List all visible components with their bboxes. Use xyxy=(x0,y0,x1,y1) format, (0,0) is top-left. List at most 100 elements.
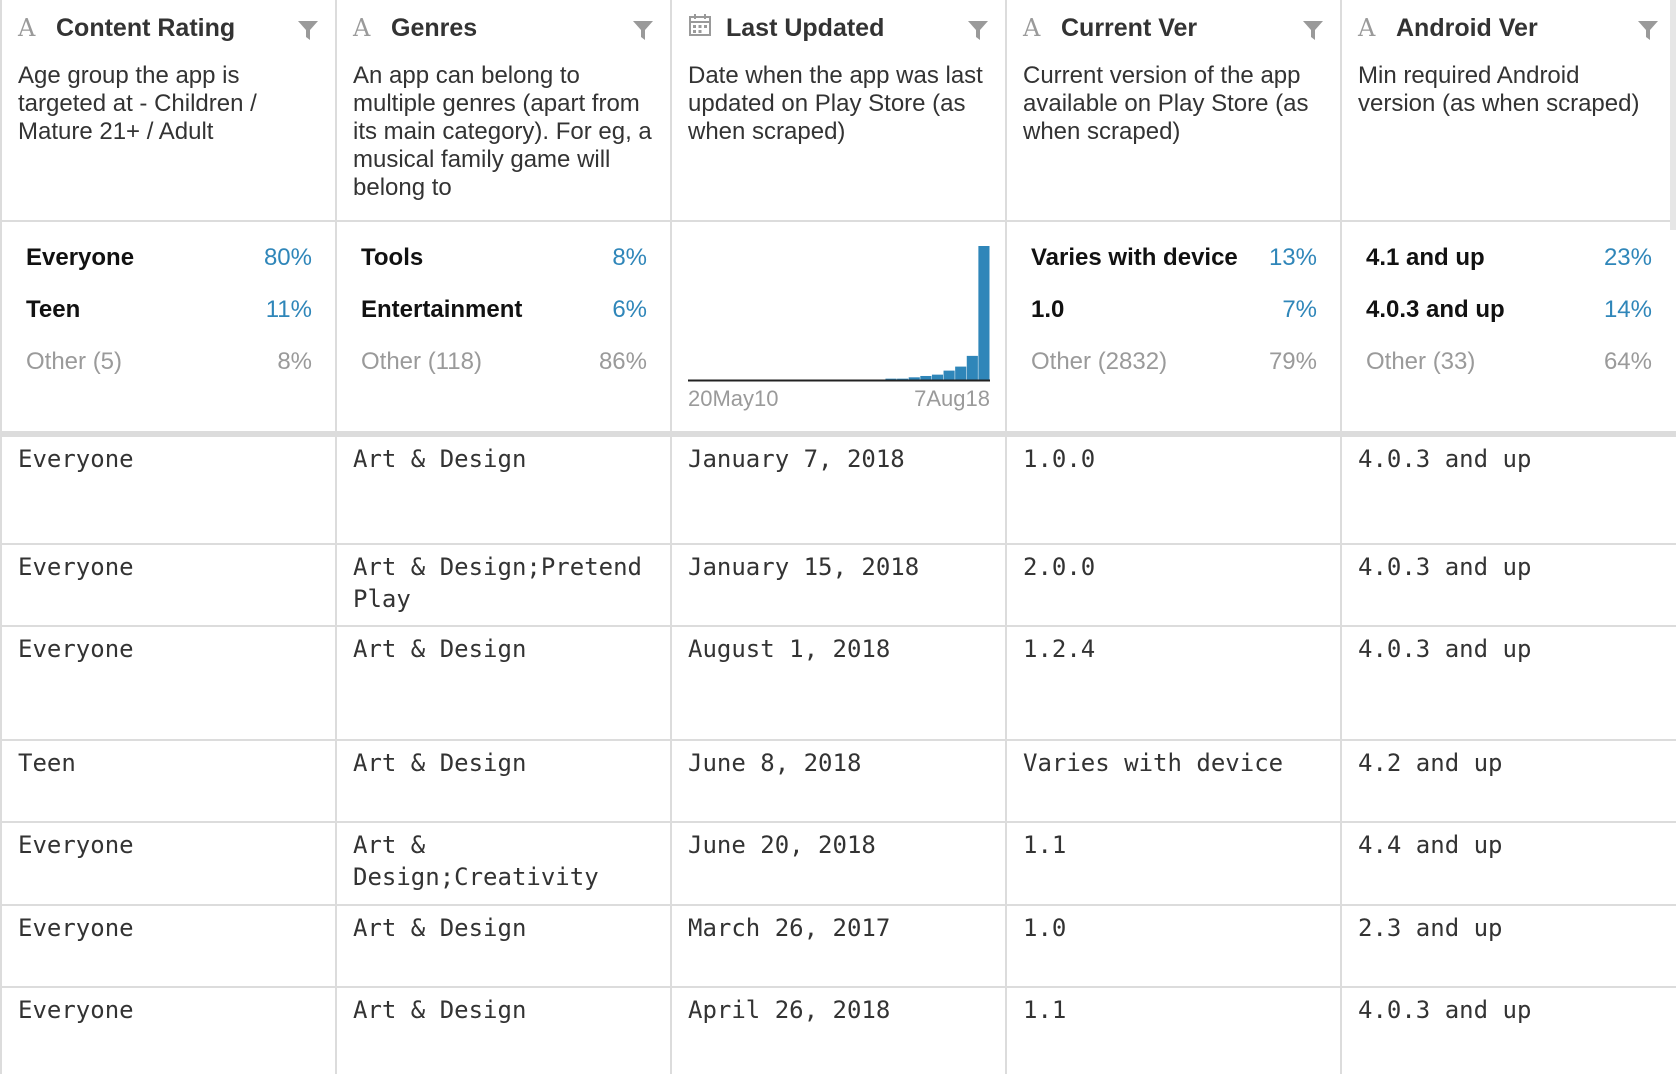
filter-icon[interactable] xyxy=(966,18,990,42)
table-cell-android-ver[interactable]: 4.0.3 and up xyxy=(1358,551,1658,583)
column-header[interactable]: Last Updated Date when the app was last u… xyxy=(672,0,1006,222)
table-cell-android-ver[interactable]: 4.0.3 and up xyxy=(1358,994,1658,1026)
table-cell-genres[interactable]: Art & Design xyxy=(353,747,653,779)
column-title: Android Ver xyxy=(1396,13,1538,42)
filter-icon[interactable] xyxy=(1301,18,1325,42)
summary-value-row: Teen 11% xyxy=(26,290,312,330)
summary-value-row: 4.1 and up 23% xyxy=(1366,238,1652,278)
column-title: Genres xyxy=(391,13,478,42)
text-type-icon: A xyxy=(1023,14,1041,42)
table-cell-current-ver[interactable]: 1.2.4 xyxy=(1023,633,1323,665)
table-cell-content-rating[interactable]: Everyone xyxy=(18,994,318,1026)
table-cell-content-rating[interactable]: Everyone xyxy=(18,443,318,475)
column-header[interactable]: A Content Rating Age group the app is targ… xyxy=(2,0,336,222)
table-cell-genres[interactable]: Art & Design xyxy=(353,633,653,665)
histogram-bar[interactable] xyxy=(931,374,944,380)
table-cell-android-ver[interactable]: 4.0.3 and up xyxy=(1358,443,1658,475)
table-cell-last-updated[interactable]: March 26, 2017 xyxy=(688,912,988,944)
column-title: Last Updated xyxy=(726,13,885,42)
summary-percent: 8% xyxy=(277,348,312,375)
summary-label: 4.1 and up xyxy=(1366,244,1485,271)
summary-percent: 11% xyxy=(265,296,312,323)
table-cell-last-updated[interactable]: June 8, 2018 xyxy=(688,747,988,779)
table-cell-android-ver[interactable]: 4.4 and up xyxy=(1358,829,1658,861)
row-divider xyxy=(0,986,1676,988)
column-title-row: A Current Ver xyxy=(1023,12,1197,44)
row-divider xyxy=(0,739,1676,741)
table-cell-android-ver[interactable]: 2.3 and up xyxy=(1358,912,1658,944)
summary-percent: 14% xyxy=(1603,296,1652,323)
histogram-start-label: 20May10 xyxy=(688,386,779,411)
table-cell-current-ver[interactable]: 1.1 xyxy=(1023,994,1323,1026)
column-header[interactable]: A Genres An app can belong to multiple gen… xyxy=(337,0,671,222)
summary-label: Other (2832) xyxy=(1031,348,1168,375)
summary-value-row: 1.0 7% xyxy=(1031,290,1317,330)
table-cell-android-ver[interactable]: 4.2 and up xyxy=(1358,747,1658,779)
summary-percent: 7% xyxy=(1282,296,1317,323)
summary-other-row: Other (5) 8% xyxy=(26,342,312,382)
table-cell-genres[interactable]: Art & Design xyxy=(353,443,653,475)
summary-other-row: Other (2832) 79% xyxy=(1031,342,1317,382)
row-divider xyxy=(0,543,1676,545)
row-divider xyxy=(0,821,1676,823)
summary-label: Other (5) xyxy=(26,348,123,375)
column-header[interactable]: A Current Ver Current version of the app a… xyxy=(1007,0,1341,222)
summary-percent: 80% xyxy=(263,244,312,271)
table-cell-current-ver[interactable]: 2.0.0 xyxy=(1023,551,1323,583)
column-description: Date when the app was last updated on Pl… xyxy=(688,62,983,145)
table-cell-current-ver[interactable]: 1.0.0 xyxy=(1023,443,1323,475)
table-cell-current-ver[interactable]: 1.0 xyxy=(1023,912,1323,944)
column-header[interactable]: A Android Ver Min required Android version… xyxy=(1342,0,1676,222)
table-cell-genres[interactable]: Art & Design;Pretend Play xyxy=(353,551,653,615)
table-cell-content-rating[interactable]: Everyone xyxy=(18,912,318,944)
text-type-icon: A xyxy=(353,14,371,42)
histogram-bar[interactable] xyxy=(966,355,978,380)
histogram-bar[interactable] xyxy=(978,246,990,380)
filter-icon[interactable] xyxy=(1636,18,1660,42)
table-cell-content-rating[interactable]: Teen xyxy=(18,747,318,779)
column-description: Age group the app is targeted at - Child… xyxy=(18,62,257,145)
column-summary: Tools 8% Entertainment 6% Other (118) 86% xyxy=(337,222,671,432)
histogram-bar[interactable] xyxy=(943,370,955,380)
column-title: Content Rating xyxy=(56,13,236,42)
table-cell-last-updated[interactable]: January 15, 2018 xyxy=(688,551,988,583)
filter-icon[interactable] xyxy=(296,18,320,42)
calendar-type-icon xyxy=(688,13,714,43)
histogram-bar[interactable] xyxy=(955,366,967,380)
row-divider xyxy=(0,904,1676,906)
column-summary: Everyone 80% Teen 11% Other (5) 8% xyxy=(2,222,336,432)
summary-percent: 23% xyxy=(1603,244,1652,271)
summary-percent: 8% xyxy=(612,244,647,271)
summary-percent: 6% xyxy=(612,296,647,323)
summary-label: Other (118) xyxy=(361,348,482,375)
table-cell-android-ver[interactable]: 4.0.3 and up xyxy=(1358,633,1658,665)
column-description: Min required Android version (as when sc… xyxy=(1358,62,1640,117)
vertical-scrollbar[interactable] xyxy=(1670,0,1676,230)
table-cell-genres[interactable]: Art & Design xyxy=(353,912,653,944)
summary-percent: 86% xyxy=(598,348,647,375)
table-cell-current-ver[interactable]: Varies with device xyxy=(1023,747,1323,779)
table-cell-genres[interactable]: Art & Design xyxy=(353,994,653,1026)
table-cell-content-rating[interactable]: Everyone xyxy=(18,829,318,861)
column-description: An app can belong to multiple genres (ap… xyxy=(353,62,652,201)
column-title-row: Last Updated xyxy=(688,12,884,44)
text-type-icon: A xyxy=(1358,14,1376,42)
histogram-bar[interactable] xyxy=(920,375,932,380)
summary-percent: 64% xyxy=(1603,348,1652,375)
summary-label: Everyone xyxy=(26,244,135,271)
table-cell-content-rating[interactable]: Everyone xyxy=(18,551,318,583)
filter-icon[interactable] xyxy=(631,18,655,42)
table-cell-last-updated[interactable]: August 1, 2018 xyxy=(688,633,988,665)
table-cell-content-rating[interactable]: Everyone xyxy=(18,633,318,665)
table-cell-last-updated[interactable]: June 20, 2018 xyxy=(688,829,988,861)
table-cell-genres[interactable]: Art & Design;Creativity xyxy=(353,829,653,893)
summary-percent: 13% xyxy=(1268,244,1317,271)
table-cell-last-updated[interactable]: April 26, 2018 xyxy=(688,994,988,1026)
summary-other-row: Other (118) 86% xyxy=(361,342,647,382)
table-cell-current-ver[interactable]: 1.1 xyxy=(1023,829,1323,861)
column-title-row: A Genres xyxy=(353,12,477,44)
summary-value-row: 4.0.3 and up 14% xyxy=(1366,290,1652,330)
table-cell-last-updated[interactable]: January 7, 2018 xyxy=(688,443,988,475)
column-title-row: A Content Rating xyxy=(18,12,235,44)
row-divider xyxy=(0,625,1676,627)
